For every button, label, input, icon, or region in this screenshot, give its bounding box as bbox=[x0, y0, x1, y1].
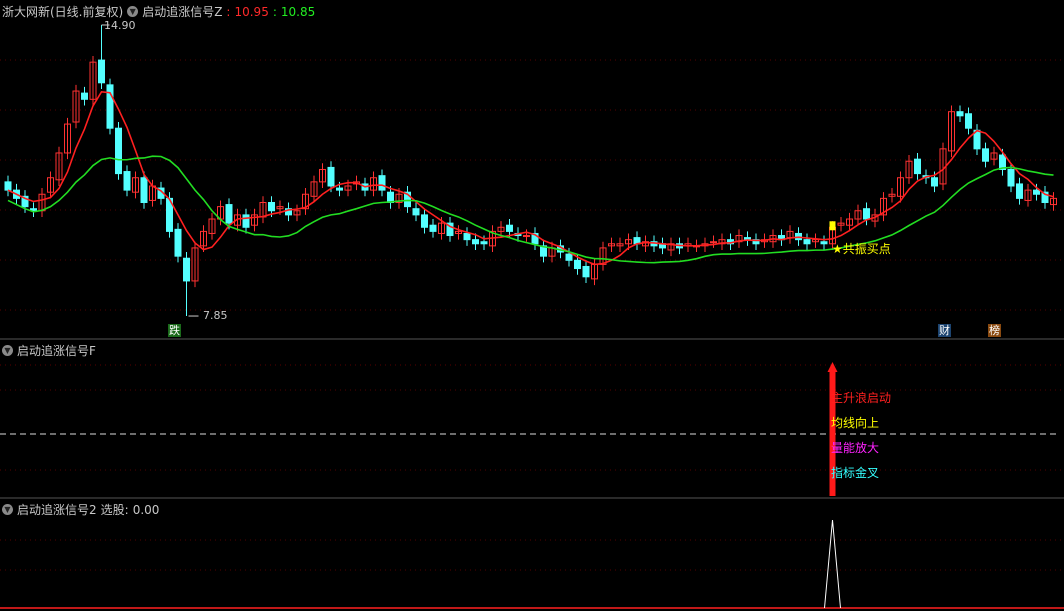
candle-body bbox=[956, 111, 964, 117]
candle-body bbox=[982, 148, 989, 162]
candle-body bbox=[429, 224, 437, 232]
candle-body bbox=[914, 158, 921, 175]
candle-body bbox=[98, 59, 105, 84]
low-price-label: 7.85 bbox=[203, 309, 228, 322]
candle-body bbox=[1033, 189, 1040, 195]
candle-body bbox=[1016, 183, 1023, 199]
ma-short-line bbox=[7, 91, 1054, 266]
panel3-value-label: 选股: bbox=[100, 503, 129, 517]
arrow-up-icon bbox=[827, 362, 838, 372]
panel3-title: 启动追涨信号2 bbox=[17, 503, 97, 517]
candle-body bbox=[506, 224, 513, 232]
buy-signal-label: ★共振买点 bbox=[832, 242, 891, 256]
candle-body bbox=[582, 265, 590, 278]
candle-body bbox=[565, 253, 573, 261]
candle-body bbox=[710, 241, 717, 244]
candle-body bbox=[863, 208, 870, 220]
candle-body bbox=[523, 235, 530, 238]
tag-finance[interactable]: 财 bbox=[938, 324, 951, 337]
candle-body bbox=[820, 241, 828, 245]
ma-long-line bbox=[7, 155, 1054, 264]
candlestick-chart bbox=[0, 24, 1064, 609]
candle-body bbox=[183, 257, 190, 282]
candle-body bbox=[242, 214, 250, 228]
candle-body bbox=[412, 208, 420, 216]
panel3-header: ▼ 启动追涨信号2 选股: 0.00 bbox=[2, 501, 159, 518]
candle-body bbox=[472, 239, 479, 245]
chevron-down-icon[interactable]: ▼ bbox=[2, 504, 13, 515]
signal-golden-cross: 指标金叉 bbox=[831, 466, 880, 480]
candle-body bbox=[463, 232, 471, 241]
tag-rank[interactable]: 榜 bbox=[988, 324, 1001, 337]
indicator-name: 启动追涨信号Z bbox=[142, 5, 223, 19]
candle-body bbox=[106, 84, 114, 129]
tag-fall[interactable]: 跌 bbox=[168, 324, 181, 337]
signal-volume-up: 量能放大 bbox=[831, 441, 880, 455]
candle-body bbox=[81, 92, 88, 100]
candle-body bbox=[327, 166, 335, 187]
candle-body bbox=[378, 175, 386, 191]
candle-body bbox=[123, 171, 131, 191]
panel2-title: 启动追涨信号F bbox=[17, 344, 96, 358]
panel2-header: ▼ 启动追涨信号F bbox=[2, 342, 96, 359]
panel3-value: 0.00 bbox=[132, 502, 160, 517]
candle-body bbox=[421, 214, 428, 228]
high-price-label: 14.90 bbox=[104, 19, 136, 32]
chevron-down-icon[interactable]: ▼ bbox=[2, 345, 13, 356]
select-spike bbox=[824, 519, 841, 609]
signal-ma-up: 均线向上 bbox=[831, 416, 880, 430]
chevron-down-icon[interactable]: ▼ bbox=[127, 6, 139, 17]
stock-title: 浙大网新(日线.前复权) bbox=[2, 5, 124, 19]
signal-main-wave: 主升浪启动 bbox=[831, 391, 892, 405]
candle-body bbox=[803, 239, 811, 245]
candle-body bbox=[174, 228, 182, 257]
candle-body bbox=[480, 241, 488, 245]
candle-body bbox=[336, 187, 343, 191]
main-panel-header: 浙大网新(日线.前复权) ▼ 启动追涨信号Z :10.95 :10.85 bbox=[2, 4, 316, 20]
candle-body bbox=[225, 204, 233, 224]
candle-body bbox=[140, 177, 148, 204]
indicator-value-red: 10.95 bbox=[234, 4, 269, 19]
candle-body bbox=[268, 202, 275, 212]
candle-body bbox=[4, 181, 12, 191]
indicator-value-green: 10.85 bbox=[280, 4, 316, 19]
candle-body bbox=[931, 177, 938, 187]
buy-signal-marker bbox=[829, 221, 836, 231]
candle-body bbox=[574, 259, 581, 270]
candle-body bbox=[965, 113, 972, 129]
candle-body bbox=[1007, 168, 1015, 187]
candle-body bbox=[115, 127, 122, 175]
